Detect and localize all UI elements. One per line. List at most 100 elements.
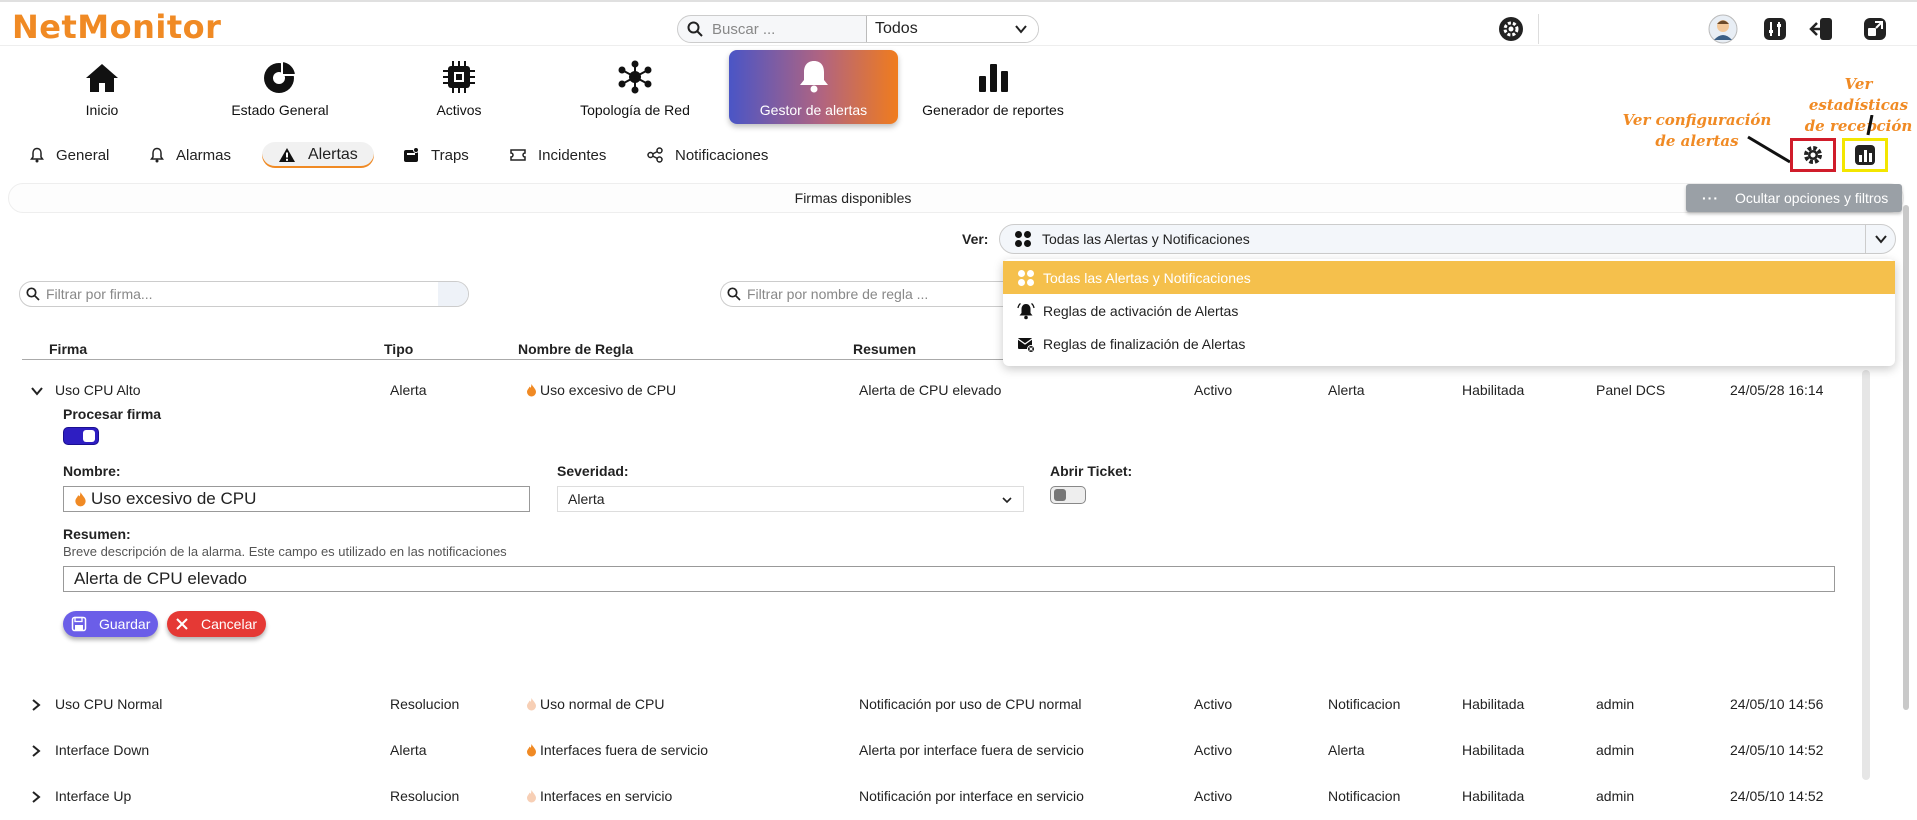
- hide-filters-button[interactable]: ··· Ocultar opciones y filtros: [1686, 184, 1902, 212]
- nav-item-gestor-alertas[interactable]: Gestor de alertas: [729, 50, 898, 124]
- table-row[interactable]: Interface Down Alerta Interfaces fuera d…: [22, 740, 1876, 762]
- cell-categoria: Alerta: [1328, 382, 1365, 398]
- cell-firma: Uso CPU Alto: [55, 382, 141, 398]
- cell-estado: Activo: [1194, 742, 1233, 758]
- cancel-button[interactable]: Cancelar: [167, 611, 266, 637]
- avatar[interactable]: [1708, 14, 1738, 44]
- search-scope-value: Todos: [875, 20, 918, 37]
- nav-item-activos[interactable]: Activos: [414, 50, 504, 124]
- logout-icon[interactable]: [1808, 16, 1834, 42]
- nav-item-topologia[interactable]: Topología de Red: [570, 50, 700, 124]
- resumen-value: Alerta de CPU elevado: [74, 569, 247, 588]
- cell-usuario: admin: [1596, 788, 1635, 804]
- flame-icon: [527, 790, 536, 803]
- search-input[interactable]: Buscar ...: [708, 21, 866, 38]
- cell-usuario: admin: [1596, 742, 1635, 758]
- bell-icon: [150, 147, 164, 163]
- table-scrollbar[interactable]: [1862, 370, 1870, 780]
- chevron-right-icon[interactable]: [30, 790, 42, 807]
- nombre-value: Uso excesivo de CPU: [91, 489, 257, 508]
- abrir-ticket-label: Abrir Ticket:: [1050, 463, 1133, 479]
- cell-habilitada: Habilitada: [1462, 696, 1525, 712]
- chevron-down-icon[interactable]: [30, 384, 44, 400]
- resumen-input[interactable]: Alerta de CPU elevado: [63, 566, 1835, 592]
- column-header-regla[interactable]: Nombre de Regla: [518, 341, 633, 357]
- ver-select[interactable]: Todas las Alertas y Notificaciones: [999, 224, 1896, 254]
- chevron-right-icon[interactable]: [30, 698, 42, 715]
- search-scope-select[interactable]: Todos: [866, 16, 1038, 42]
- filter-regla-placeholder: Filtrar por nombre de regla ...: [747, 286, 929, 302]
- dropdown-option-activacion[interactable]: Reglas de activación de Alertas: [1003, 294, 1895, 327]
- nav-item-label: Inicio: [85, 102, 119, 118]
- filter-regla-input[interactable]: Filtrar por nombre de regla ...: [720, 281, 1010, 307]
- tab-incidentes[interactable]: Incidentes: [510, 142, 606, 168]
- home-icon: [86, 64, 118, 92]
- cell-resumen: Notificación por interface en servicio: [859, 788, 1084, 804]
- severidad-label: Severidad:: [557, 463, 629, 479]
- sliders-icon[interactable]: [1762, 16, 1788, 42]
- reception-stats-button[interactable]: [1842, 138, 1888, 172]
- cell-usuario: Panel DCS: [1596, 382, 1666, 398]
- ver-label: Ver:: [962, 231, 989, 247]
- tab-notificaciones[interactable]: Notificaciones: [647, 142, 768, 168]
- alert-config-button[interactable]: [1790, 138, 1836, 172]
- cell-fecha: 24/05/10 14:52: [1730, 788, 1824, 804]
- nombre-input[interactable]: Uso excesivo de CPU: [63, 486, 530, 512]
- app-logo[interactable]: NetMonitor: [12, 8, 221, 46]
- dropdown-option-todas[interactable]: Todas las Alertas y Notificaciones: [1003, 261, 1895, 294]
- warning-icon: [279, 148, 295, 162]
- nombre-label: Nombre:: [63, 463, 121, 479]
- cell-fecha: 24/05/10 14:56: [1730, 696, 1824, 712]
- switch-icon[interactable]: [1862, 16, 1888, 42]
- flame-icon: [75, 492, 86, 507]
- nav-item-label: Topología de Red: [580, 102, 690, 118]
- chevron-right-icon[interactable]: [30, 744, 42, 761]
- cell-tipo: Alerta: [390, 382, 427, 398]
- dropdown-option-label: Reglas de finalización de Alertas: [1043, 335, 1246, 352]
- column-header-tipo[interactable]: Tipo: [384, 341, 413, 357]
- procesar-firma-toggle[interactable]: [63, 427, 99, 445]
- search-icon: [727, 287, 741, 301]
- table-row[interactable]: Uso CPU Normal Resolucion Uso normal de …: [22, 694, 1876, 716]
- save-button-label: Guardar: [99, 616, 151, 632]
- cell-regla-text: Interfaces en servicio: [540, 788, 673, 804]
- table-row[interactable]: Uso CPU Alto Alerta Uso excesivo de CPU …: [22, 380, 1876, 402]
- nav-item-reportes[interactable]: Generador de reportes: [918, 50, 1068, 124]
- table-row[interactable]: Interface Up Resolucion Interfaces en se…: [22, 786, 1876, 808]
- tab-alarmas[interactable]: Alarmas: [150, 142, 231, 168]
- bar-chart-icon: [979, 64, 1008, 92]
- cell-firma: Interface Up: [55, 788, 132, 804]
- column-header-resumen[interactable]: Resumen: [853, 341, 916, 357]
- tab-traps[interactable]: Traps: [403, 142, 469, 168]
- filter-firma-input[interactable]: Filtrar por firma...: [19, 281, 469, 307]
- chevron-down-icon: [1001, 493, 1013, 509]
- flame-icon: [527, 698, 536, 711]
- chevron-down-icon[interactable]: [1865, 225, 1895, 253]
- pie-chart-icon: [264, 60, 298, 93]
- dropdown-option-label: Reglas de activación de Alertas: [1043, 302, 1239, 319]
- panel-title: Firmas disponibles: [794, 190, 912, 206]
- tab-alertas[interactable]: Alertas: [262, 142, 374, 168]
- share-icon: [647, 147, 663, 163]
- gear-icon[interactable]: [1498, 16, 1524, 42]
- tab-label: General: [56, 146, 110, 164]
- cell-resumen: Alerta por interface fuera de servicio: [859, 742, 1084, 758]
- stats-icon: [1855, 145, 1875, 165]
- abrir-ticket-toggle[interactable]: [1050, 486, 1086, 504]
- nav-item-inicio[interactable]: Inicio: [52, 50, 152, 124]
- severidad-select[interactable]: Alerta: [557, 486, 1024, 512]
- nav-item-estado-general[interactable]: Estado General: [220, 50, 340, 124]
- more-icon: ···: [1702, 190, 1719, 206]
- close-icon: [176, 618, 188, 630]
- column-header-firma[interactable]: Firma: [49, 341, 87, 357]
- nav-item-label: Activos: [436, 102, 482, 118]
- tab-general[interactable]: General: [30, 142, 109, 168]
- search-icon: [682, 16, 708, 42]
- dropdown-option-label: Todas las Alertas y Notificaciones: [1043, 269, 1251, 286]
- cell-regla: Interfaces fuera de servicio: [526, 742, 708, 758]
- save-button[interactable]: Guardar: [63, 611, 158, 637]
- dropdown-option-finalizacion[interactable]: Reglas de finalización de Alertas: [1003, 327, 1895, 360]
- cell-usuario: admin: [1596, 696, 1635, 712]
- flame-icon: [527, 744, 536, 757]
- page-scrollbar[interactable]: [1903, 205, 1909, 710]
